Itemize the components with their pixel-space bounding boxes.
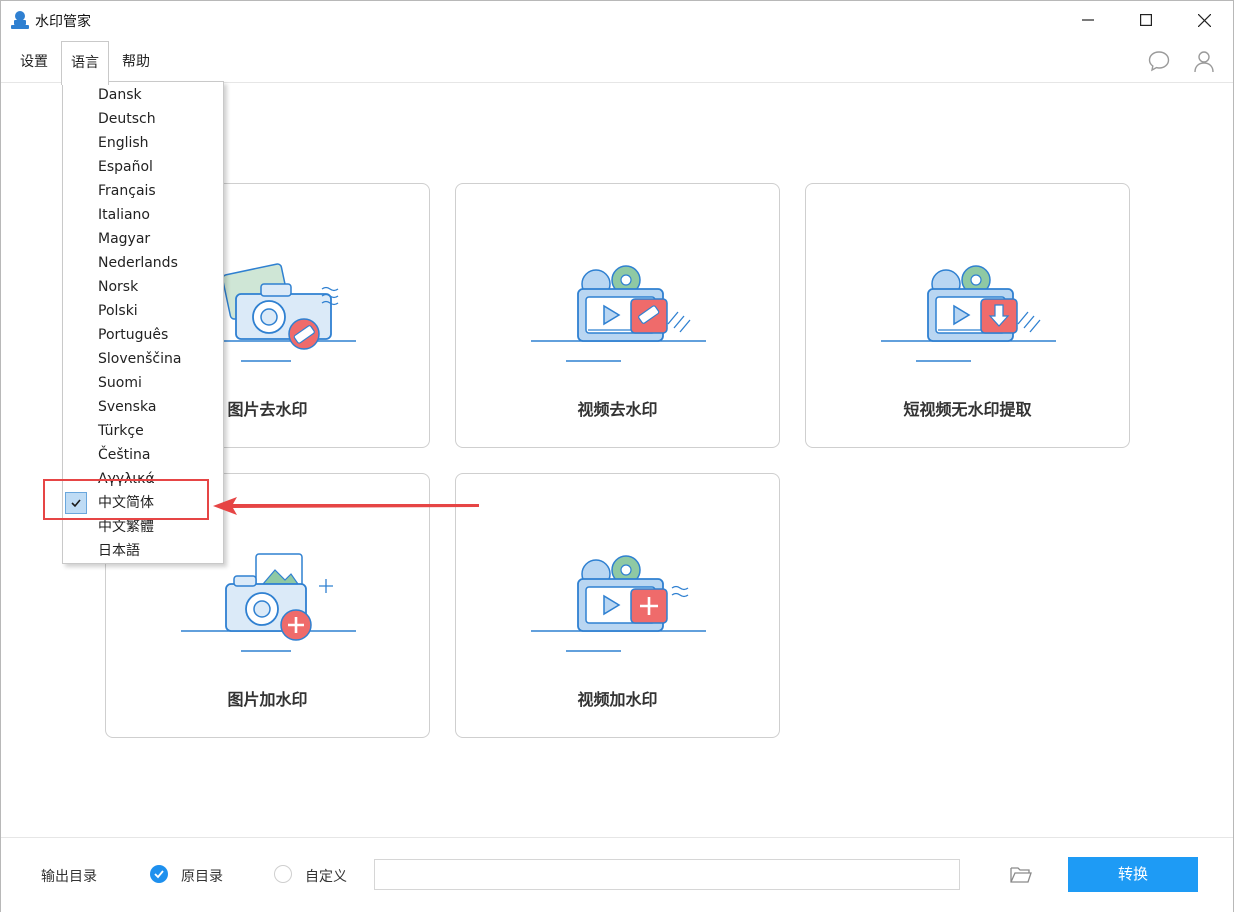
language-dropdown: Dansk Deutsch English Español Français I…	[62, 81, 224, 564]
original-directory-label[interactable]: 原目录	[181, 866, 223, 886]
language-option-dansk[interactable]: Dansk	[63, 83, 223, 107]
language-option-label: 中文简体	[98, 495, 154, 511]
minimize-button[interactable]	[1059, 1, 1117, 39]
language-option-english[interactable]: English	[63, 131, 223, 155]
maximize-button[interactable]	[1117, 1, 1175, 39]
menu-bar: 设置 语言 帮助	[1, 39, 1233, 85]
title-bar: 水印管家	[1, 1, 1233, 39]
output-path-input[interactable]	[374, 859, 960, 890]
menu-settings[interactable]: 设置	[11, 41, 57, 83]
language-option-polski[interactable]: Polski	[63, 299, 223, 323]
video-add-watermark-icon	[531, 555, 706, 652]
original-directory-radio[interactable]	[150, 865, 168, 883]
language-option-slovenscina[interactable]: Slovenščina	[63, 347, 223, 371]
menu-help[interactable]: 帮助	[113, 41, 159, 83]
user-account-icon[interactable]	[1192, 49, 1216, 73]
language-option-japanese[interactable]: 日本語	[63, 539, 223, 563]
card-label: 图片加水印	[227, 690, 308, 709]
language-option-deutsch[interactable]: Deutsch	[63, 107, 223, 131]
language-option-svenska[interactable]: Svenska	[63, 395, 223, 419]
stamp-app-icon	[11, 11, 29, 29]
output-bar: 输出目录 原目录 自定义 转换	[1, 837, 1233, 912]
custom-directory-radio[interactable]	[274, 865, 292, 883]
menu-language[interactable]: 语言	[61, 41, 109, 85]
language-option-norsk[interactable]: Norsk	[63, 275, 223, 299]
checkmark-icon	[65, 492, 87, 514]
language-option-italiano[interactable]: Italiano	[63, 203, 223, 227]
chat-bubble-icon[interactable]	[1147, 49, 1171, 73]
check-icon	[154, 870, 164, 879]
card-video-add-watermark[interactable]: 视频加水印	[455, 473, 780, 738]
card-video-remove-watermark[interactable]: 视频去水印	[455, 183, 780, 448]
language-option-suomi[interactable]: Suomi	[63, 371, 223, 395]
language-option-chinese-traditional[interactable]: 中文繁體	[63, 515, 223, 539]
annotation-arrow-icon	[213, 497, 479, 515]
video-remove-watermark-icon	[531, 265, 706, 362]
language-option-magyar[interactable]: Magyar	[63, 227, 223, 251]
close-icon	[1197, 13, 1211, 27]
maximize-icon	[1140, 14, 1152, 26]
language-option-chinese-simplified[interactable]: 中文简体	[63, 491, 223, 515]
language-option-francais[interactable]: Français	[63, 179, 223, 203]
language-option-portugues[interactable]: Português	[63, 323, 223, 347]
language-option-nederlands[interactable]: Nederlands	[63, 251, 223, 275]
custom-directory-label[interactable]: 自定义	[305, 866, 347, 886]
card-short-video-extract[interactable]: 短视频无水印提取	[805, 183, 1130, 448]
short-video-extract-icon	[881, 265, 1056, 362]
folder-icon[interactable]	[1010, 864, 1032, 884]
card-label: 视频加水印	[577, 690, 658, 709]
language-option-greek[interactable]: Αγγλικά	[63, 467, 223, 491]
language-option-cestina[interactable]: Čeština	[63, 443, 223, 467]
language-option-turkce[interactable]: Türkçe	[63, 419, 223, 443]
convert-button[interactable]: 转换	[1068, 857, 1198, 892]
minimize-icon	[1082, 19, 1094, 21]
language-option-espanol[interactable]: Español	[63, 155, 223, 179]
app-window: 水印管家 设置 语言 帮助 图片去水印 视频去水印 短视频无水印提取 图片加水印…	[0, 0, 1234, 912]
card-label: 短视频无水印提取	[903, 400, 1032, 419]
output-directory-label: 输出目录	[41, 869, 97, 885]
card-label: 视频去水印	[577, 400, 658, 419]
close-button[interactable]	[1175, 1, 1233, 39]
window-title: 水印管家	[35, 14, 91, 30]
